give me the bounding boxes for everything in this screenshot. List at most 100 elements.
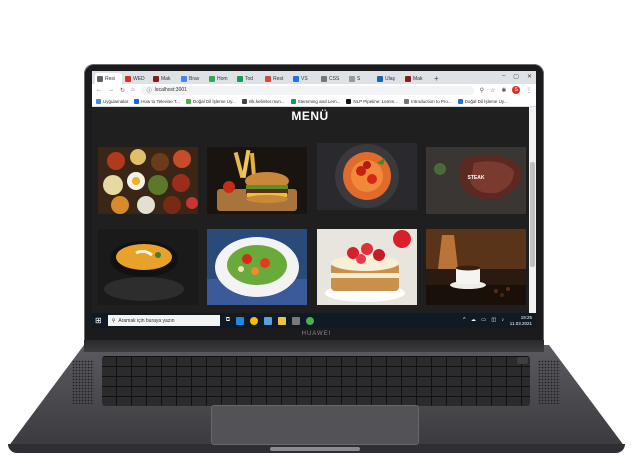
profile-avatar[interactable]: S [512, 86, 520, 94]
clock-date: 11.03.2021 [509, 320, 532, 326]
tab-favicon-icon [349, 75, 355, 82]
bookmark-favicon-icon [457, 98, 463, 104]
bookmark-item[interactable]: NLP Pipeline: Lemm... [346, 98, 399, 104]
bookmark-favicon-icon [346, 98, 352, 104]
breakfast-image [98, 147, 198, 214]
tab-label: CSS [329, 75, 340, 82]
bookmark-item[interactable]: Doğal Dil İşleme Uy... [185, 98, 236, 104]
menu-item-breakfast[interactable] [98, 147, 198, 214]
back-icon[interactable]: ← [96, 87, 102, 93]
browser-tab[interactable]: WED [123, 73, 150, 84]
menu-item-salad[interactable] [207, 229, 307, 305]
speaker-left [72, 360, 94, 404]
home-icon[interactable]: ⌂ [131, 87, 135, 93]
tab-favicon-icon [125, 75, 131, 82]
bookmark-item[interactable]: Stemming and Lem... [290, 98, 341, 104]
menu-item-cake[interactable] [317, 229, 417, 305]
bookmark-label: Stemming and Lem... [297, 98, 341, 104]
browser-tab[interactable]: Hom [207, 73, 234, 84]
menu-item-burger[interactable] [207, 147, 307, 214]
bookmark-label: How to Televise T... [141, 98, 180, 104]
browser-tab[interactable]: Tod [235, 73, 262, 84]
tab-favicon-icon [377, 75, 383, 82]
taskbar: ⊞ ⚲ Aramak için buraya yazın ⧉ ^ ☁ ▭ ◫ ♪… [92, 313, 536, 328]
browser-tab[interactable]: Resi [95, 73, 122, 84]
menu-item-coffee[interactable] [426, 229, 526, 305]
app-icon-3[interactable] [306, 316, 314, 325]
url-text: localhost:3001 [154, 87, 187, 93]
bookmark-item[interactable]: Doğal Dil İşleme Uy... [457, 98, 508, 104]
menu-item-spaghetti[interactable] [317, 143, 417, 210]
browser-tab[interactable]: VS [291, 73, 318, 84]
task-view-icon[interactable]: ⧉ [226, 317, 230, 324]
vscode-icon[interactable] [236, 316, 244, 325]
tab-favicon-icon [97, 75, 103, 82]
bookmark-item[interactable]: Introduction to Pro... [404, 98, 452, 104]
scrollbar-thumb[interactable] [530, 162, 535, 267]
taskbar-search[interactable]: ⚲ Aramak için buraya yazın [107, 315, 220, 326]
menu-item-steak[interactable]: STEAK [426, 147, 526, 214]
search-icon: ⚲ [111, 317, 116, 324]
tab-label: Hom [217, 75, 228, 82]
app-icon[interactable] [264, 316, 272, 325]
browser-tab[interactable]: CSS [319, 73, 346, 84]
screen: Resi WED Mak Brav Hom Tod Rest VS CSS S Ulaş Mak + –… [92, 71, 536, 328]
address-bar: ← → ↻ ⌂ ⓘ localhost:3001 ⚲ ☆ ✱ S ⋮ [92, 84, 536, 96]
url-field[interactable]: ⓘ localhost:3001 [140, 85, 474, 95]
tab-favicon-icon [265, 75, 271, 82]
forward-icon[interactable]: → [108, 87, 114, 93]
tab-label: Rest [273, 75, 284, 82]
tab-favicon-icon [153, 75, 159, 82]
tab-label: Mak [413, 75, 423, 82]
browser-tab[interactable]: Rest [263, 73, 290, 84]
browser-tab[interactable]: S [347, 73, 374, 84]
bookmark-label: NLP Pipeline: Lemm... [353, 98, 399, 104]
tab-favicon-icon [405, 75, 411, 82]
bookmark-item[interactable]: How to Televise T... [134, 98, 180, 104]
menu-item-soup[interactable] [98, 229, 198, 305]
new-tab-button[interactable]: + [434, 73, 439, 84]
scrollbar[interactable] [529, 107, 536, 313]
taskbar-search-placeholder: Aramak için buraya yazın [118, 317, 175, 324]
zoom-icon[interactable]: ⚲ [480, 87, 484, 94]
laptop-notch [270, 447, 360, 451]
soup-image [98, 229, 198, 305]
bookmark-item[interactable]: nlk.kelimler.mvn... [241, 98, 285, 104]
close-button[interactable]: ✕ [527, 73, 532, 80]
star-icon[interactable]: ☆ [490, 87, 495, 94]
bookmark-favicon-icon [185, 98, 191, 104]
bookmark-label: Uygulamalar [103, 98, 129, 104]
clock[interactable]: 19:25 11.03.2021 [510, 315, 532, 326]
browser-tab[interactable]: Ulaş [375, 73, 402, 84]
bookmark-favicon-icon [290, 98, 296, 104]
info-icon[interactable]: ⓘ [147, 87, 152, 94]
steak-label: STEAK [467, 175, 485, 181]
tab-favicon-icon [237, 75, 243, 82]
chrome-icon[interactable] [250, 316, 258, 325]
tab-label: S [357, 75, 361, 82]
windows-start-icon[interactable]: ⊞ [95, 316, 102, 325]
tab-favicon-icon [293, 75, 299, 82]
bookmark-label: Doğal Dil İşleme Uy... [192, 98, 236, 104]
tray-icons[interactable]: ^ ☁ ▭ ◫ ♪ [463, 317, 506, 323]
burger-image [207, 147, 307, 214]
reload-icon[interactable]: ↻ [120, 87, 125, 94]
browser-tab[interactable]: Mak [151, 73, 178, 84]
extensions-icon[interactable]: ✱ [501, 87, 506, 94]
maximize-button[interactable]: ▢ [513, 73, 519, 80]
more-menu-icon[interactable]: ⋮ [526, 87, 532, 94]
minimize-button[interactable]: – [502, 73, 505, 80]
speaker-right [538, 360, 560, 404]
tab-label: Resi [105, 75, 116, 82]
bookmark-label: nlk.kelimler.mvn... [248, 98, 285, 104]
bookmark-favicon-icon [241, 98, 247, 104]
tab-favicon-icon [209, 75, 215, 82]
browser-tab[interactable]: Brav [179, 73, 206, 84]
bookmark-item[interactable]: Uygulamalar [96, 98, 129, 104]
file-explorer-icon[interactable] [278, 316, 286, 325]
tab-label: Tod [245, 75, 254, 82]
window-controls: – ▢ ✕ [502, 73, 532, 80]
app-icon-2[interactable] [292, 316, 300, 325]
keyboard [102, 356, 530, 406]
browser-tab[interactable]: Mak [403, 73, 430, 84]
